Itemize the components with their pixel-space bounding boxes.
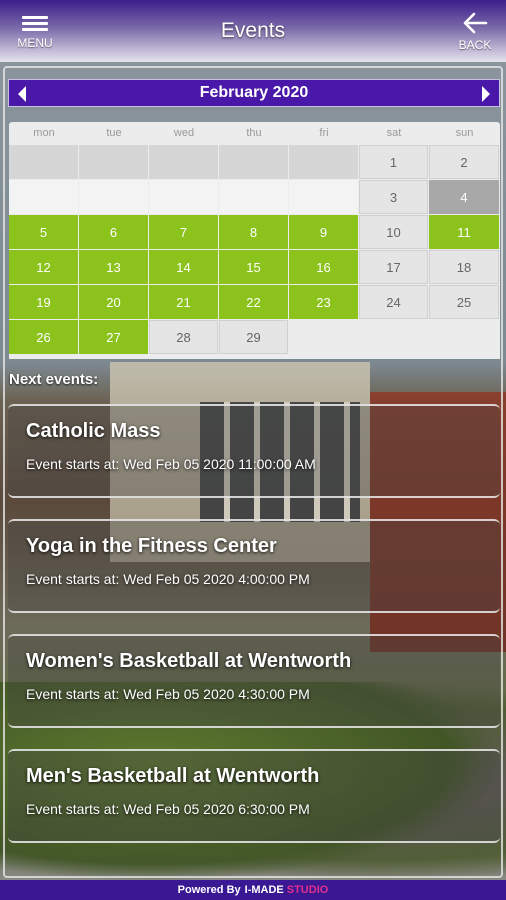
powered-by-label: Powered By [177, 884, 241, 896]
calendar-day-10[interactable]: 10 [359, 215, 428, 249]
calendar-day-6[interactable]: 6 [79, 215, 148, 249]
calendar-grid: 1 2 3 4 5 6 7 8 9 10 11 12 13 14 15 16 17 18 19 20 21 22 23 24 2… [9, 145, 500, 355]
prev-month-icon[interactable] [18, 86, 26, 102]
calendar-blank [359, 320, 428, 354]
event-card[interactable]: Yoga in the Fitness Center Event starts … [8, 519, 500, 613]
calendar-day-29[interactable]: 29 [219, 320, 288, 354]
calendar-blank [289, 320, 358, 354]
calendar-blank [149, 145, 218, 179]
calendar-blank [289, 145, 358, 179]
calendar-day-22[interactable]: 22 [219, 285, 288, 319]
menu-label: MENU [17, 36, 53, 50]
calendar: mon tue wed thu fri sat sun 1 2 3 4 5 6 7 8 9 10 1… [9, 122, 500, 359]
calendar-week: 19 20 21 22 23 24 25 [9, 285, 500, 320]
event-time: Event starts at: Wed Feb 05 2020 6:30:00… [26, 801, 310, 817]
brand-studio: STUDIO [286, 884, 329, 896]
weekday-label: mon [33, 127, 55, 139]
event-title: Yoga in the Fitness Center [26, 535, 277, 557]
event-title: Men's Basketball at Wentworth [26, 765, 320, 787]
weekday-label: thu [246, 127, 262, 139]
weekday-label: wed [173, 127, 195, 139]
app-header: MENU Events BACK [0, 0, 506, 62]
calendar-blank [9, 180, 78, 214]
calendar-week: 12 13 14 15 16 17 18 [9, 250, 500, 285]
calendar-day-5[interactable]: 5 [9, 215, 78, 249]
weekday-header: mon tue wed thu fri sat sun [9, 122, 500, 144]
back-label: BACK [458, 38, 492, 52]
calendar-day-17[interactable]: 17 [359, 250, 428, 284]
calendar-day-25[interactable]: 25 [429, 285, 499, 319]
calendar-week: 5 6 7 8 9 10 11 [9, 215, 500, 250]
calendar-blank [219, 145, 288, 179]
calendar-blank [149, 180, 218, 214]
weekday-label: sat [386, 127, 402, 139]
brand-name: I-MADE [244, 884, 284, 896]
calendar-blank [429, 320, 499, 354]
menu-button[interactable]: MENU [12, 14, 58, 54]
calendar-day-26[interactable]: 26 [9, 320, 78, 354]
calendar-day-16[interactable]: 16 [289, 250, 358, 284]
calendar-day-9[interactable]: 9 [289, 215, 358, 249]
calendar-week: 12 [9, 145, 500, 180]
hamburger-icon [22, 14, 48, 32]
calendar-day-14[interactable]: 14 [149, 250, 218, 284]
calendar-day-12[interactable]: 12 [9, 250, 78, 284]
event-time: Event starts at: Wed Feb 05 2020 4:30:00… [26, 686, 310, 702]
event-title: Women's Basketball at Wentworth [26, 650, 352, 672]
calendar-week: 26 27 28 29 [9, 320, 500, 355]
calendar-day-27[interactable]: 27 [79, 320, 148, 354]
weekday-label: fri [319, 127, 329, 139]
calendar-day-23[interactable]: 23 [289, 285, 358, 319]
event-card[interactable]: Women's Basketball at Wentworth Event st… [8, 634, 500, 728]
calendar-day-21[interactable]: 21 [149, 285, 218, 319]
arrow-left-icon [463, 12, 488, 34]
event-card[interactable]: Catholic Mass Event starts at: Wed Feb 0… [8, 404, 500, 498]
next-month-icon[interactable] [482, 86, 490, 102]
page-title: Events [220, 19, 286, 42]
event-title: Catholic Mass [26, 420, 161, 442]
calendar-blank [219, 180, 288, 214]
calendar-day-4[interactable]: 4 [429, 180, 499, 214]
calendar-week: 34 [9, 180, 500, 215]
month-bar: February 2020 [8, 79, 500, 107]
calendar-day-1[interactable]: 1 [359, 145, 428, 179]
calendar-day-7[interactable]: 7 [149, 215, 218, 249]
calendar-day-20[interactable]: 20 [79, 285, 148, 319]
calendar-blank [79, 145, 148, 179]
calendar-day-28[interactable]: 28 [149, 320, 218, 354]
calendar-day-11[interactable]: 11 [429, 215, 499, 249]
weekday-label: tue [106, 127, 122, 139]
calendar-day-3[interactable]: 3 [359, 180, 428, 214]
month-title: February 2020 [199, 84, 309, 101]
event-card[interactable]: Men's Basketball at Wentworth Event star… [8, 749, 500, 843]
calendar-day-2[interactable]: 2 [429, 145, 499, 179]
calendar-day-13[interactable]: 13 [79, 250, 148, 284]
powered-by-footer[interactable]: Powered By I-MADE STUDIO [0, 880, 506, 900]
calendar-day-8[interactable]: 8 [219, 215, 288, 249]
event-time: Event starts at: Wed Feb 05 2020 4:00:00… [26, 571, 310, 587]
calendar-day-15[interactable]: 15 [219, 250, 288, 284]
calendar-blank [9, 145, 78, 179]
weekday-label: sun [455, 127, 474, 139]
next-events-label: Next events: [9, 371, 99, 388]
calendar-day-24[interactable]: 24 [359, 285, 428, 319]
calendar-blank [79, 180, 148, 214]
calendar-day-19[interactable]: 19 [9, 285, 78, 319]
event-time: Event starts at: Wed Feb 05 2020 11:00:0… [26, 456, 316, 472]
calendar-blank [289, 180, 358, 214]
back-button[interactable]: BACK [452, 12, 498, 52]
calendar-day-18[interactable]: 18 [429, 250, 499, 284]
